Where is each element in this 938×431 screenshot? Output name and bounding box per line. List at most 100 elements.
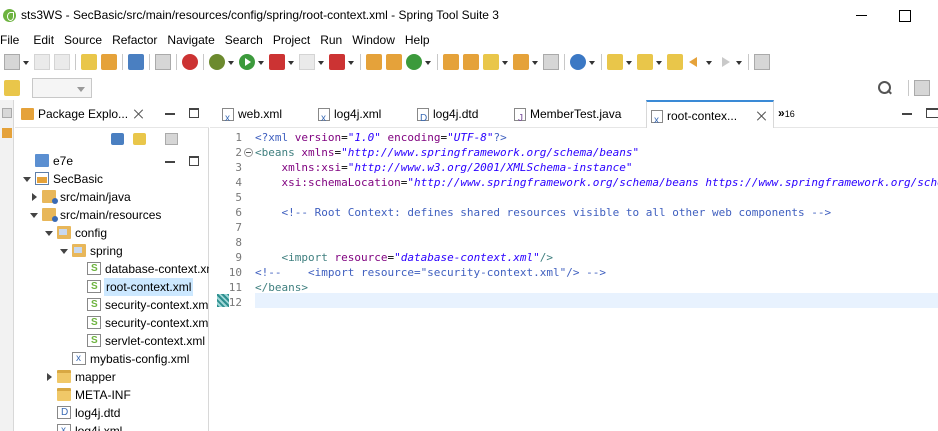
restore-icon[interactable] — [2, 108, 12, 118]
tree-item[interactable]: mapper — [15, 368, 209, 386]
menu-run[interactable]: Run — [316, 30, 346, 50]
fold-toggle-icon[interactable] — [244, 148, 253, 157]
coverage-dropdown[interactable] — [287, 54, 295, 70]
maximize-view-icon[interactable] — [189, 108, 199, 118]
expanded-arrow-icon[interactable] — [30, 213, 38, 218]
new-package-icon[interactable] — [386, 54, 402, 70]
close-icon[interactable] — [134, 109, 144, 119]
tree-item[interactable]: servlet-context.xml — [15, 332, 209, 350]
link-with-editor-icon[interactable] — [133, 133, 146, 145]
tree-item[interactable]: SecBasic — [15, 170, 209, 188]
open-resource-icon[interactable] — [101, 54, 117, 70]
code-editor[interactable]: <?xml version="1.0" encoding="UTF-8"?> <b… — [255, 128, 938, 431]
external-tools-dropdown[interactable] — [347, 54, 355, 70]
expanded-arrow-icon[interactable] — [45, 231, 53, 236]
next-annotation-dropdown[interactable] — [625, 54, 633, 70]
open-archive-dropdown[interactable] — [531, 54, 539, 70]
external-tools-icon[interactable] — [329, 54, 345, 70]
forward-dropdown[interactable] — [735, 54, 743, 70]
code-line[interactable]: <?xml version="1.0" encoding="UTF-8"?> — [255, 130, 507, 145]
new-dropdown[interactable] — [22, 54, 30, 70]
run-dropdown[interactable] — [257, 54, 265, 70]
save-all-icon[interactable] — [54, 54, 70, 70]
minimize-view-icon[interactable] — [902, 113, 912, 115]
close-icon[interactable] — [757, 111, 767, 121]
run-icon[interactable] — [239, 54, 255, 70]
web-browser-dropdown[interactable] — [588, 54, 596, 70]
tree-item[interactable]: log4j.dtd — [15, 404, 209, 422]
previous-annotation-icon[interactable] — [637, 54, 653, 70]
code-line[interactable]: </beans> — [255, 280, 308, 295]
tree-item[interactable]: security-context.xml — [15, 314, 209, 332]
minimize-button[interactable] — [847, 4, 877, 26]
new-class-dropdown[interactable] — [424, 54, 432, 70]
menu-refactor[interactable]: Refactor — [108, 30, 161, 50]
java-ee-perspective-icon[interactable] — [914, 80, 930, 96]
tab-log4j-dtd[interactable]: log4j.dtd — [413, 100, 505, 133]
tree-item[interactable]: src/main/resources — [15, 206, 209, 224]
tab-root-context-xml[interactable]: root-contex... — [646, 100, 774, 135]
tree-item[interactable]: security-context.xml — [15, 296, 209, 314]
pencil-icon[interactable] — [4, 80, 20, 96]
back-icon[interactable] — [687, 54, 703, 70]
tab-package-explorer[interactable]: Package Explo... — [15, 100, 128, 128]
tree-item[interactable]: config — [15, 224, 209, 242]
minimized-view-icon[interactable] — [2, 128, 12, 138]
expanded-arrow-icon[interactable] — [23, 177, 31, 182]
previous-annotation-dropdown[interactable] — [655, 54, 663, 70]
console-icon[interactable] — [128, 54, 144, 70]
code-line[interactable]: <import resource="database-context.xml"/… — [255, 250, 554, 265]
menu-project[interactable]: Project — [269, 30, 314, 50]
expanded-arrow-icon[interactable] — [60, 249, 68, 254]
menu-help[interactable]: Help — [401, 30, 434, 50]
minimize-view-icon[interactable] — [165, 113, 175, 115]
menu-file[interactable]: File — [0, 30, 23, 50]
toggle-mark-icon[interactable] — [543, 54, 559, 70]
debug-dropdown[interactable] — [227, 54, 235, 70]
tab-log4j-xml[interactable]: log4j.xml — [314, 100, 406, 133]
next-annotation-icon[interactable] — [607, 54, 623, 70]
new-icon[interactable] — [4, 54, 20, 70]
code-line[interactable]: <beans xmlns="http://www.springframework… — [255, 145, 639, 160]
open-type-icon[interactable] — [81, 54, 97, 70]
perspective-combo[interactable] — [32, 78, 92, 98]
skip-breakpoints-icon[interactable] — [155, 54, 171, 70]
tree-item[interactable]: log4j.xml — [15, 422, 209, 431]
tree-item[interactable]: mybatis-config.xml — [15, 350, 209, 368]
stop-icon[interactable] — [299, 54, 315, 70]
rocket-icon[interactable] — [483, 54, 499, 70]
menu-navigate[interactable]: Navigate — [163, 30, 218, 50]
menu-edit[interactable]: Edit — [29, 30, 58, 50]
coverage-icon[interactable] — [269, 54, 285, 70]
tree-item[interactable]: root-context.xml — [15, 278, 209, 296]
maximize-view-icon[interactable] — [926, 108, 938, 118]
code-line[interactable]: xmlns:xsi="http://www.w3.org/2001/XMLSch… — [255, 160, 633, 175]
forward-icon[interactable] — [717, 54, 733, 70]
menu-search[interactable]: Search — [221, 30, 267, 50]
collapse-all-icon[interactable] — [111, 133, 124, 145]
open-perspective-icon[interactable] — [754, 54, 770, 70]
code-line[interactable]: xsi:schemaLocation="http://www.springfra… — [255, 175, 938, 190]
last-edit-location-icon[interactable] — [667, 54, 683, 70]
tree-item[interactable]: META-INF — [15, 386, 209, 404]
code-line[interactable]: <!-- Root Context: defines shared resour… — [255, 205, 832, 220]
tab-web-xml[interactable]: web.xml — [218, 100, 308, 133]
tree-item[interactable]: e7e — [15, 152, 209, 170]
tab-membertest-java[interactable]: MemberTest.java — [510, 100, 642, 133]
menu-source[interactable]: Source — [60, 30, 106, 50]
tree-item[interactable]: src/main/java — [15, 188, 209, 206]
code-line[interactable]: <!-- <import resource="security-context.… — [255, 265, 606, 280]
tree-item[interactable]: spring — [15, 242, 209, 260]
more-tabs-button[interactable]: »16 — [778, 100, 795, 128]
stop-dropdown[interactable] — [317, 54, 325, 70]
web-browser-icon[interactable] — [570, 54, 586, 70]
view-menu-icon[interactable] — [165, 133, 178, 145]
open-folder-icon[interactable] — [443, 54, 459, 70]
collapsed-arrow-icon[interactable] — [32, 193, 37, 201]
back-dropdown[interactable] — [705, 54, 713, 70]
menu-window[interactable]: Window — [348, 30, 399, 50]
new-class-icon[interactable] — [406, 54, 422, 70]
open-archive-icon[interactable] — [513, 54, 529, 70]
rocket-dropdown[interactable] — [501, 54, 509, 70]
boot-dashboard-icon[interactable] — [182, 54, 198, 70]
